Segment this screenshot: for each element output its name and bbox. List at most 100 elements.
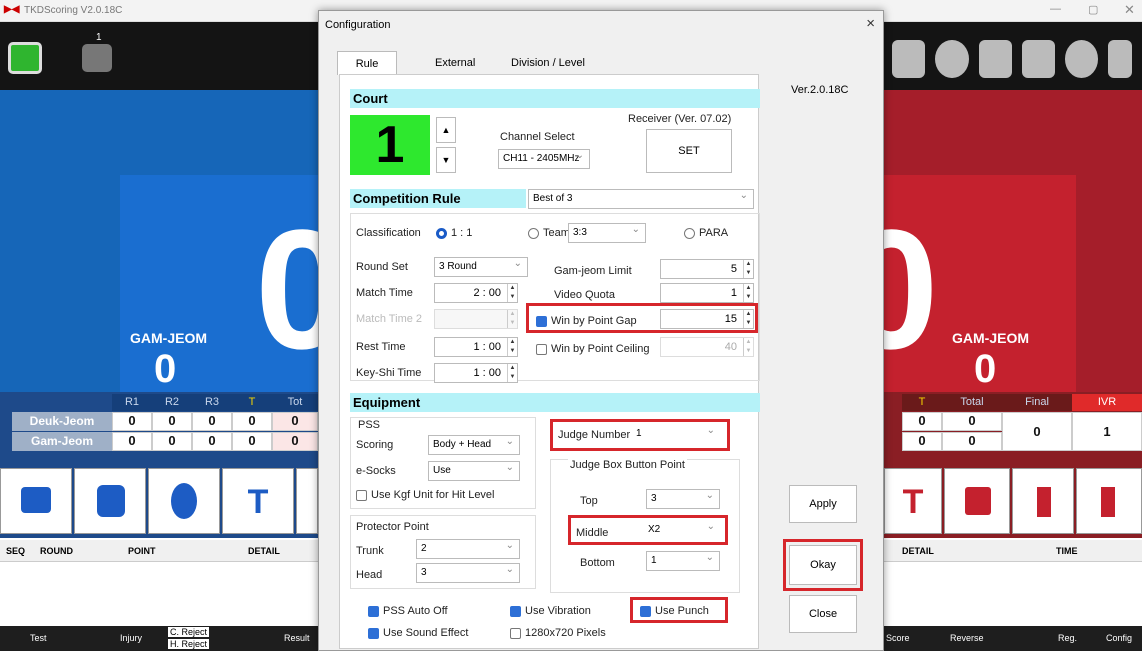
- spinner-icon[interactable]: ▲ ▼: [507, 364, 517, 382]
- head-button[interactable]: [148, 468, 220, 534]
- rest-time-input[interactable]: 1 : 00 ▲ ▼: [434, 337, 518, 357]
- app-close-icon[interactable]: ✕: [1124, 2, 1135, 18]
- punch-button[interactable]: [0, 468, 72, 534]
- ivr-button[interactable]: [1076, 468, 1142, 534]
- radio-para[interactable]: PARA: [684, 227, 728, 239]
- col-header: IVR: [1072, 394, 1142, 411]
- config-button[interactable]: Config: [1106, 633, 1132, 643]
- gamjeom-icon: [1101, 487, 1115, 517]
- point-ceiling-input[interactable]: 40 ▲ ▼: [660, 337, 754, 357]
- spinner-icon[interactable]: ▲ ▼: [507, 338, 517, 356]
- trunk-protector-icon: [978, 40, 1012, 78]
- match-time2-label: Match Time 2: [356, 313, 423, 325]
- head-protector-icon: [935, 40, 969, 78]
- spinner-icon[interactable]: ▲ ▼: [743, 260, 753, 278]
- version-label: Ver.2.0.18C: [791, 84, 849, 96]
- team-select[interactable]: 3:3: [568, 221, 646, 243]
- log-header-right: DETAIL TIME: [884, 540, 1142, 562]
- reg-button[interactable]: Reg.: [1058, 633, 1077, 643]
- log-col-seq: SEQ: [6, 546, 26, 556]
- court-down-button[interactable]: ▼: [436, 147, 456, 173]
- table-cell: 0: [902, 412, 942, 431]
- col-header: T: [232, 394, 272, 411]
- result-button[interactable]: Result: [284, 633, 310, 643]
- esocks-select[interactable]: Use: [428, 459, 520, 481]
- head-select[interactable]: 3: [416, 561, 520, 583]
- round-set-label: Round Set: [356, 261, 408, 273]
- video-quota-input[interactable]: 1 ▲ ▼: [660, 283, 754, 303]
- dialog-close-icon[interactable]: ×: [866, 15, 875, 32]
- col-header: Tot: [272, 394, 318, 411]
- minimize-icon[interactable]: —: [1050, 3, 1061, 15]
- match-time-input[interactable]: 2 : 00 ▲ ▼: [434, 283, 518, 303]
- spinner-icon[interactable]: ▲ ▼: [507, 284, 517, 302]
- table-cell: 0: [112, 412, 152, 431]
- trunk-button[interactable]: [1012, 468, 1074, 534]
- trunk-select[interactable]: 2: [416, 537, 520, 559]
- table-cell: 0: [232, 412, 272, 431]
- channel-select[interactable]: CH11 - 2405MHz: [498, 147, 590, 169]
- col-header: Total: [942, 394, 1002, 411]
- maximize-icon[interactable]: ▢: [1088, 3, 1098, 16]
- apply-button[interactable]: Apply: [789, 485, 857, 523]
- protector-point-label: Protector Point: [356, 521, 429, 533]
- score-button[interactable]: Score: [886, 633, 910, 643]
- kgf-checkbox[interactable]: Use Kgf Unit for Hit Level: [356, 489, 495, 501]
- trunk-button[interactable]: [74, 468, 146, 534]
- col-header: R2: [152, 394, 192, 411]
- use-vibration-checkbox[interactable]: Use Vibration: [510, 605, 591, 617]
- spinner-icon[interactable]: ▲ ▼: [743, 284, 753, 302]
- row-label: Gam-Jeom: [12, 432, 112, 451]
- red-score-table: T Total Final IVR 0 0 0 0 0 1: [884, 392, 1142, 462]
- highlight-judge-number: [550, 419, 730, 451]
- col-header: Final: [1002, 394, 1072, 411]
- round-set-select[interactable]: 3 Round: [434, 255, 528, 277]
- keyshi-time-label: Key-Shi Time: [356, 367, 422, 379]
- technical-button[interactable]: T: [884, 468, 942, 534]
- wifi-receiver-icon: [8, 42, 42, 74]
- trunk-protector-icon: [892, 40, 926, 78]
- court-up-button[interactable]: ▲: [436, 117, 456, 143]
- tab-rule[interactable]: Rule: [337, 51, 397, 75]
- use-sound-checkbox[interactable]: Use Sound Effect: [368, 627, 468, 639]
- turning-button[interactable]: [296, 468, 318, 534]
- spinner-icon[interactable]: ▲ ▼: [743, 338, 753, 356]
- turning-button[interactable]: [944, 468, 1010, 534]
- point-ceiling-checkbox[interactable]: Win by Point Ceiling: [536, 343, 649, 355]
- pixels-checkbox[interactable]: 1280x720 Pixels: [510, 627, 606, 639]
- pss-auto-off-checkbox[interactable]: PSS Auto Off: [368, 605, 448, 617]
- blue-point-buttons: T: [0, 462, 318, 538]
- c-reject-button[interactable]: C. Reject: [168, 627, 210, 637]
- best-of-select[interactable]: Best of 3: [528, 187, 754, 209]
- tab-external[interactable]: External: [427, 55, 483, 73]
- reverse-button[interactable]: Reverse: [950, 633, 984, 643]
- table-cell: 0: [152, 432, 192, 451]
- close-button[interactable]: Close: [789, 595, 857, 633]
- protector-icons: [892, 40, 1132, 80]
- tab-division-level[interactable]: Division / Level: [503, 55, 593, 73]
- bottom-select[interactable]: 1: [646, 549, 720, 571]
- match-time2-input[interactable]: ▲ ▼: [434, 309, 518, 329]
- set-button[interactable]: SET: [646, 129, 732, 173]
- h-reject-button[interactable]: H. Reject: [168, 639, 210, 649]
- table-cell: 0: [232, 432, 272, 451]
- top-select[interactable]: 3: [646, 487, 720, 509]
- scoring-select[interactable]: Body + Head: [428, 433, 520, 455]
- classification-label: Classification: [356, 227, 421, 239]
- competition-rule-header: Competition Rule: [350, 189, 526, 208]
- gamjeom-limit-input[interactable]: 5 ▲ ▼: [660, 259, 754, 279]
- radio-team[interactable]: Team: [528, 227, 570, 239]
- head-icon: [171, 483, 197, 519]
- punch-icon: [1021, 40, 1056, 78]
- keyshi-time-input[interactable]: 1 : 00 ▲ ▼: [434, 363, 518, 383]
- technical-button[interactable]: T: [222, 468, 294, 534]
- spinner-icon[interactable]: ▲ ▼: [507, 310, 517, 328]
- row-label: Deuk-Jeom: [12, 412, 112, 431]
- trunk-protector-icon: [1108, 40, 1132, 78]
- table-cell: 0: [902, 432, 942, 451]
- radio-1-1[interactable]: 1 : 1: [436, 227, 472, 239]
- injury-button[interactable]: Injury: [120, 633, 142, 643]
- bottom-label: Bottom: [580, 557, 615, 569]
- test-button[interactable]: Test: [30, 633, 47, 643]
- equipment-section-header: Equipment: [350, 393, 760, 412]
